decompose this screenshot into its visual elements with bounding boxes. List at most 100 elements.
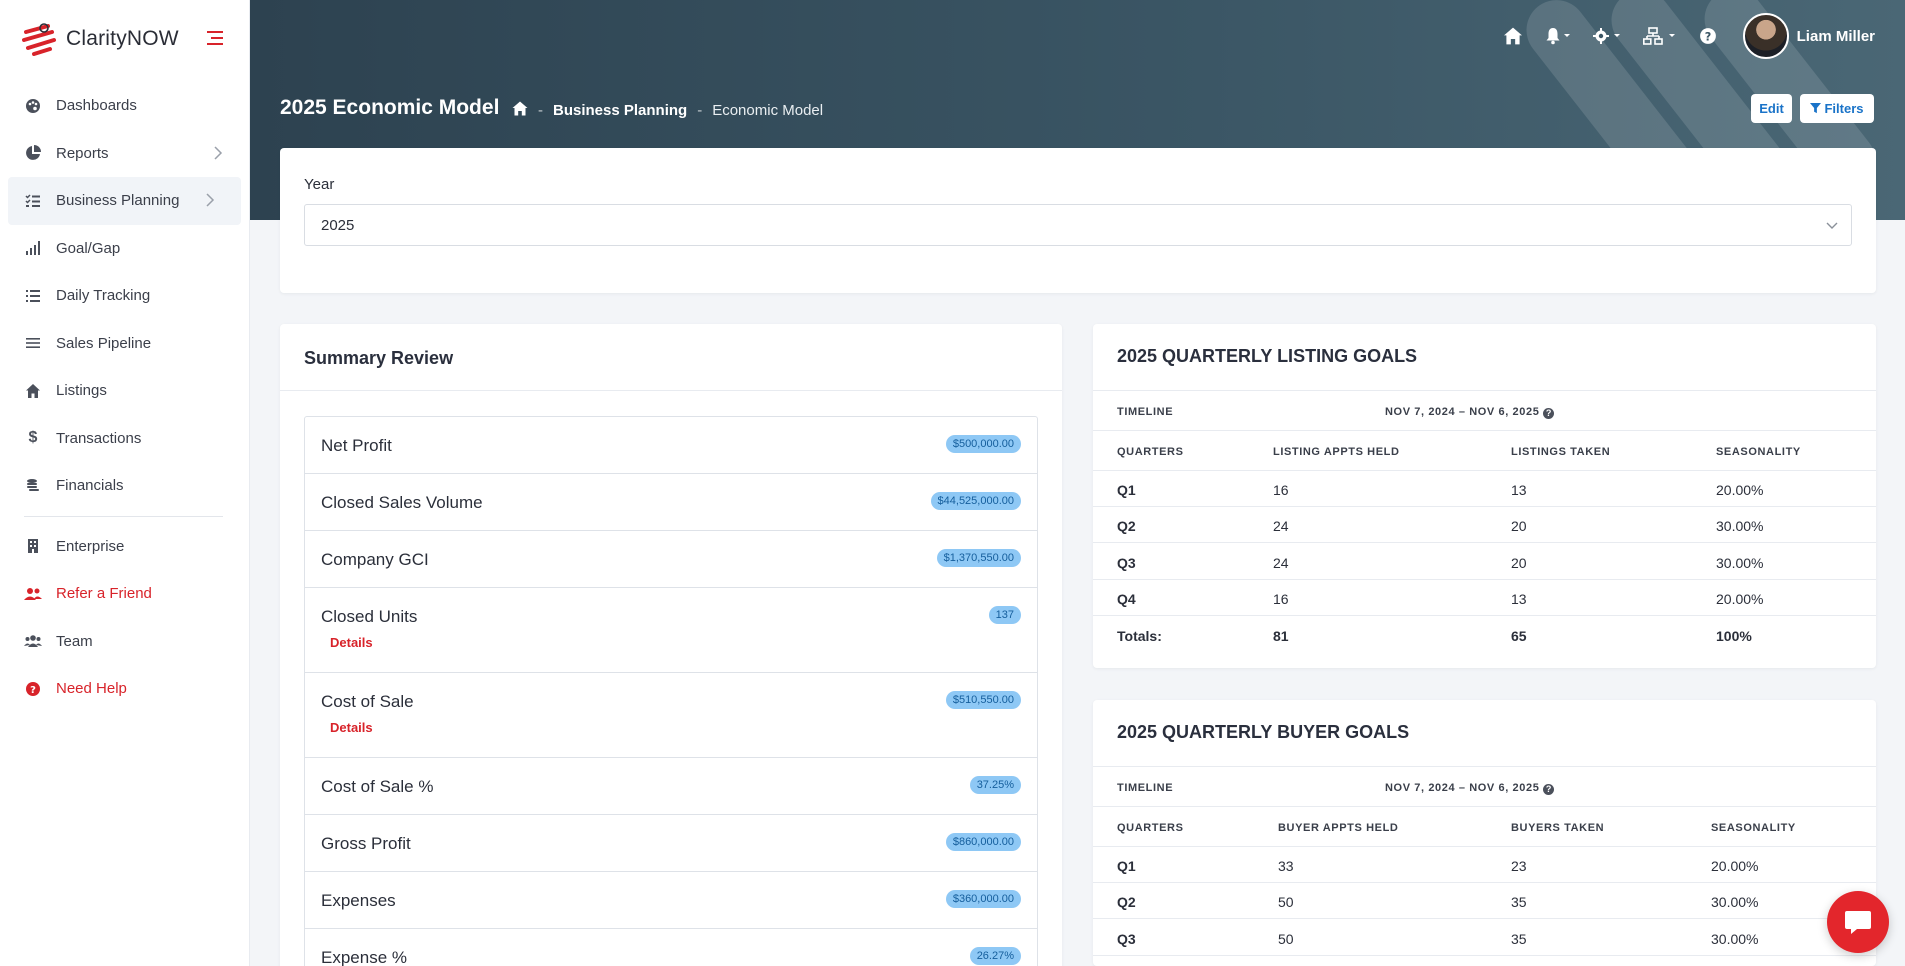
summary-row-company-gci: Company GCI $1,370,550.00 xyxy=(305,531,1037,588)
cost-of-sale-details-link[interactable]: Details xyxy=(330,720,373,735)
table-cell: 20.00% xyxy=(1716,482,1764,498)
lines-icon xyxy=(24,334,42,352)
filter-icon xyxy=(1810,103,1822,114)
home-icon[interactable] xyxy=(1503,27,1523,45)
buyer-goals-card: 2025 QUARTERLY BUYER GOALS TIMELINE NOV … xyxy=(1093,700,1876,966)
filters-button-label: Filters xyxy=(1824,101,1864,116)
summary-review-card: Summary Review Net Profit $500,000.00 Cl… xyxy=(280,324,1062,966)
summary-row-closed-units: Closed Units 137 Details xyxy=(305,588,1037,673)
table-cell: Q1 xyxy=(1117,482,1136,498)
help-icon[interactable]: ? xyxy=(1699,27,1717,45)
sidebar-item-label: Need Help xyxy=(56,680,127,698)
pie-chart-icon xyxy=(24,144,42,162)
summary-label: Company GCI xyxy=(321,550,429,569)
sidebar-item-enterprise[interactable]: Enterprise xyxy=(0,523,249,571)
timeline-value: NOV 7, 2024 – NOV 6, 2025? xyxy=(1385,406,1555,419)
summary-label: Cost of Sale % xyxy=(321,777,434,796)
summary-label: Closed Units xyxy=(321,607,418,626)
table-cell: 20.00% xyxy=(1711,858,1759,874)
sidebar-item-business-planning[interactable]: Business Planning xyxy=(8,177,241,225)
sidebar-item-team[interactable]: Team xyxy=(0,618,249,666)
divider xyxy=(1093,430,1876,431)
filters-button[interactable]: Filters xyxy=(1800,94,1874,123)
sidebar-item-financials[interactable]: Financials xyxy=(0,462,249,510)
summary-row-gross-profit: Gross Profit $860,000.00 xyxy=(305,815,1037,872)
column-header: QUARTERS xyxy=(1117,822,1184,834)
edit-button[interactable]: Edit xyxy=(1751,94,1792,123)
summary-list: Net Profit $500,000.00 Closed Sales Volu… xyxy=(304,416,1038,966)
chevron-down-icon xyxy=(1826,222,1838,229)
sidebar-item-transactions[interactable]: $ Transactions xyxy=(0,415,249,463)
table-cell: 16 xyxy=(1273,482,1289,498)
table-cell: Q2 xyxy=(1117,894,1136,910)
sidebar-item-listings[interactable]: Listings xyxy=(0,367,249,415)
summary-value-badge: $360,000.00 xyxy=(945,890,1021,908)
summary-value-badge: 37.25% xyxy=(969,776,1021,794)
buyer-goals-title: 2025 QUARTERLY BUYER GOALS xyxy=(1117,722,1410,742)
summary-value-badge: $1,370,550.00 xyxy=(936,549,1021,567)
totals-cell: 65 xyxy=(1511,628,1527,644)
sidebar-item-need-help[interactable]: ? Need Help xyxy=(0,665,249,713)
chat-button[interactable] xyxy=(1827,891,1889,953)
summary-label: Expense % xyxy=(321,948,407,966)
table-cell: Q3 xyxy=(1117,931,1136,947)
table-cell: 24 xyxy=(1273,555,1289,571)
divider xyxy=(280,390,1062,391)
sidebar-item-dashboards[interactable]: Dashboards xyxy=(0,82,249,130)
summary-value-badge: $510,550.00 xyxy=(945,691,1021,709)
year-card: Year 2025 xyxy=(280,148,1876,293)
info-icon[interactable]: ? xyxy=(1543,784,1555,795)
breadcrumb-separator: - xyxy=(538,102,543,119)
edit-button-label: Edit xyxy=(1759,101,1784,116)
building-icon xyxy=(24,537,42,555)
breadcrumb-business-planning[interactable]: Business Planning xyxy=(553,102,687,119)
brand-name: ClarityNOW xyxy=(66,27,179,50)
table-cell: 35 xyxy=(1511,894,1527,910)
sidebar-item-refer-a-friend[interactable]: Refer a Friend xyxy=(0,570,249,618)
sidebar-divider xyxy=(24,515,223,517)
table-cell: 20 xyxy=(1511,518,1527,534)
team-icon xyxy=(24,632,42,650)
sidebar-item-label: Dashboards xyxy=(56,97,137,115)
brand[interactable]: ClarityNOW xyxy=(0,0,249,78)
notifications-icon[interactable] xyxy=(1545,27,1571,45)
chevron-right-icon xyxy=(206,193,215,207)
palette-icon xyxy=(24,97,42,115)
breadcrumb-separator: - xyxy=(697,102,703,119)
summary-value-badge: $500,000.00 xyxy=(945,435,1021,453)
signal-bars-icon xyxy=(24,239,42,257)
timeline-range: NOV 7, 2024 – NOV 6, 2025 xyxy=(1385,406,1540,418)
sidebar-item-reports[interactable]: Reports xyxy=(0,130,249,178)
user-name[interactable]: Liam Miller xyxy=(1797,28,1875,45)
totals-label: Totals: xyxy=(1117,628,1162,644)
sidebar-item-sales-pipeline[interactable]: Sales Pipeline xyxy=(0,320,249,368)
divider xyxy=(1093,506,1876,507)
summary-label: Cost of Sale xyxy=(321,692,414,711)
table-cell: 35 xyxy=(1511,931,1527,947)
divider xyxy=(1093,918,1876,919)
divider xyxy=(1093,470,1876,471)
summary-row-expense-percent: Expense % 26.27% xyxy=(305,929,1037,966)
sidebar-item-goal-gap[interactable]: Goal/Gap xyxy=(0,225,249,273)
table-cell: Q2 xyxy=(1117,518,1136,534)
settings-gear-icon[interactable] xyxy=(1592,27,1621,45)
info-icon[interactable]: ? xyxy=(1543,408,1555,419)
column-header: BUYERS TAKEN xyxy=(1511,822,1605,834)
brand-logo-icon xyxy=(22,23,56,56)
breadcrumb-home-icon[interactable] xyxy=(512,101,528,120)
summary-value-badge: 26.27% xyxy=(969,947,1021,965)
menu-toggle-icon[interactable] xyxy=(205,28,225,48)
user-avatar[interactable] xyxy=(1742,13,1789,59)
summary-row-closed-sales-volume: Closed Sales Volume $44,525,000.00 xyxy=(305,474,1037,531)
chat-bubble-icon xyxy=(1845,911,1871,934)
network-icon[interactable] xyxy=(1642,27,1677,45)
divider xyxy=(1093,390,1876,391)
table-cell: 23 xyxy=(1511,858,1527,874)
year-select[interactable]: 2025 xyxy=(304,204,1852,246)
year-select-value: 2025 xyxy=(321,216,355,234)
summary-value-badge: 137 xyxy=(988,606,1021,624)
table-cell: Q1 xyxy=(1117,858,1136,874)
sidebar-item-daily-tracking[interactable]: Daily Tracking xyxy=(0,272,249,320)
table-cell: 50 xyxy=(1278,931,1294,947)
closed-units-details-link[interactable]: Details xyxy=(330,635,373,650)
